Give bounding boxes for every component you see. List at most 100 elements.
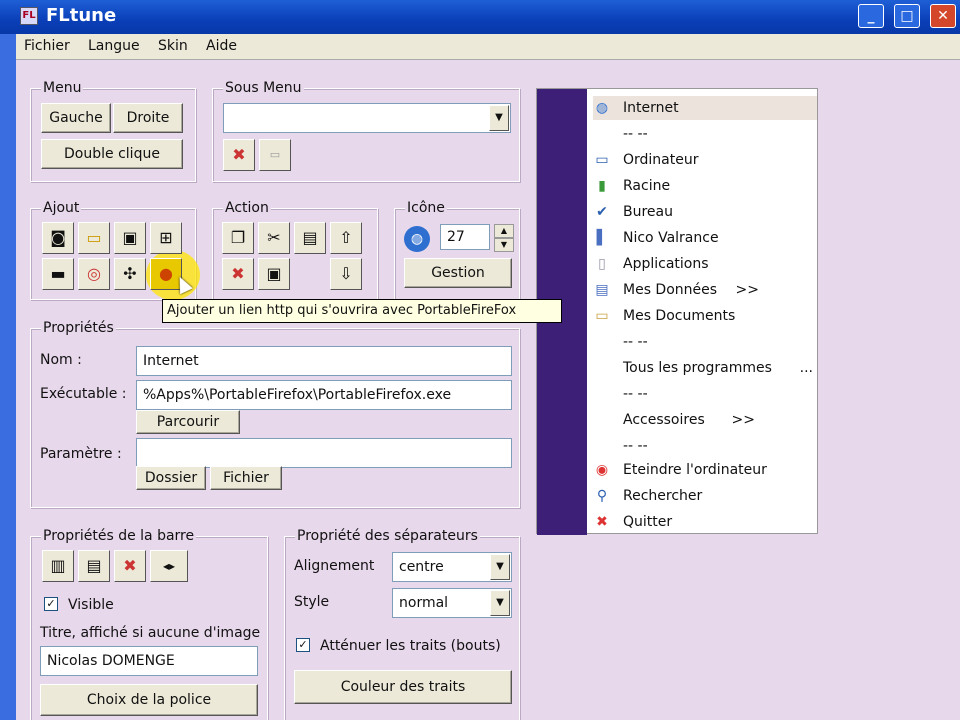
preview-item-label: Nico Valrance: [623, 230, 719, 246]
preview-item[interactable]: ⚲ Rechercher: [593, 484, 817, 508]
attenuer-checkbox[interactable]: ✓: [296, 638, 310, 652]
menu-skin[interactable]: Skin: [158, 38, 188, 54]
gestion-button[interactable]: Gestion: [404, 258, 512, 288]
chevron-down-icon[interactable]: ▼: [490, 554, 510, 580]
visible-checkbox[interactable]: ✓: [44, 597, 58, 611]
close-button[interactable]: ✕: [930, 4, 956, 28]
droite-button[interactable]: Droite: [113, 103, 183, 133]
chevron-down-icon[interactable]: ▼: [489, 105, 509, 131]
icon-index-field[interactable]: 27: [440, 224, 490, 250]
bar-image-right-icon[interactable]: ▤: [78, 550, 110, 582]
add-separator-icon[interactable]: ⊞: [150, 222, 182, 254]
menu-preview: ◍ Internet -- -- ▭ Ordinateur ▮ Racine ✔ Bur…: [536, 88, 818, 535]
add-shutdown-icon[interactable]: ◎: [78, 258, 110, 290]
delete-icon[interactable]: ✖: [222, 258, 254, 290]
preview-item[interactable]: ✔ Bureau: [593, 200, 817, 224]
alignement-select[interactable]: centre ▼: [392, 552, 512, 582]
preview-item-label: Quitter: [623, 514, 673, 530]
cut-icon[interactable]: ✂: [258, 222, 290, 254]
preview-item-label: Internet: [623, 100, 679, 116]
maximize-button[interactable]: □: [894, 4, 920, 28]
proprietes-group-label: Propriétés: [41, 320, 116, 336]
preview-item[interactable]: Tous les programmes...: [593, 356, 817, 380]
preview-item-label: Bureau: [623, 204, 673, 220]
preview-item-label: Ordinateur: [623, 152, 699, 168]
menu-bar: Fichier Langue Skin Aide: [16, 34, 960, 60]
delete-submenu-button[interactable]: ✖: [223, 139, 255, 171]
choix-police-button[interactable]: Choix de la police: [40, 684, 258, 716]
icone-group-label: Icône: [405, 200, 447, 216]
docs-icon: ▭: [595, 308, 609, 324]
dossier-button[interactable]: Dossier: [136, 466, 206, 490]
preview-item-label: Racine: [623, 178, 671, 194]
preview-item[interactable]: ▭ Mes Documents: [593, 304, 817, 328]
title-bar: FL FLtune _ □ ✕: [0, 0, 960, 34]
computer-icon: ▭: [595, 152, 609, 168]
add-item-icon[interactable]: ▬: [42, 258, 74, 290]
background-window-edge: [0, 34, 16, 720]
bar-delete-icon[interactable]: ✖: [114, 550, 146, 582]
save-icon[interactable]: ▣: [258, 258, 290, 290]
preview-item[interactable]: ▯ Applications: [593, 252, 817, 276]
copy-icon[interactable]: ❐: [222, 222, 254, 254]
paste-icon[interactable]: ▤: [294, 222, 326, 254]
window-title: FLtune: [46, 5, 117, 26]
separateurs-group-label: Propriété des séparateurs: [295, 528, 480, 544]
preview-item-label: Accessoires: [623, 412, 705, 428]
titre-field[interactable]: Nicolas DOMENGE: [40, 646, 258, 676]
move-down-icon[interactable]: ⇩: [330, 258, 362, 290]
add-folder-icon[interactable]: ▭: [78, 222, 110, 254]
chevron-down-icon[interactable]: ▼: [490, 590, 510, 616]
couleur-traits-button[interactable]: Couleur des traits: [294, 670, 512, 704]
preview-item[interactable]: Accessoires >>: [593, 408, 817, 432]
preview-item-submenu-marker: ...: [799, 360, 813, 376]
add-command-icon[interactable]: ◙: [42, 222, 74, 254]
parametre-field[interactable]: [136, 438, 512, 468]
executable-field[interactable]: %Apps%\PortableFirefox\PortableFirefox.e…: [136, 380, 512, 410]
preview-separator[interactable]: -- --: [593, 382, 817, 406]
executable-label: Exécutable :: [40, 386, 127, 402]
preview-item-submenu-marker: >>: [731, 412, 755, 428]
page-icon: ▯: [598, 256, 606, 272]
preview-separator[interactable]: -- --: [593, 330, 817, 354]
preview-separator[interactable]: -- --: [593, 122, 817, 146]
add-drive-icon[interactable]: ▣: [114, 222, 146, 254]
globe-icon: ◍: [595, 100, 609, 116]
preview-item[interactable]: ▌ Nico Valrance: [593, 226, 817, 250]
preview-separator[interactable]: -- --: [593, 434, 817, 458]
minimize-button[interactable]: _: [858, 4, 884, 28]
menu-group: Menu Gauche Droite Double clique: [30, 80, 196, 182]
double-clique-button[interactable]: Double clique: [41, 139, 183, 169]
ajout-group-label: Ajout: [41, 200, 82, 216]
preview-item[interactable]: ◍ Internet: [593, 96, 817, 120]
parcourir-button[interactable]: Parcourir: [136, 410, 240, 434]
attenuer-label: Atténuer les traits (bouts): [320, 638, 501, 654]
menu-aide[interactable]: Aide: [206, 38, 237, 54]
add-link-icon[interactable]: ✣: [114, 258, 146, 290]
preview-item[interactable]: ◉ Eteindre l'ordinateur: [593, 458, 817, 482]
move-up-icon[interactable]: ⇧: [330, 222, 362, 254]
preview-item[interactable]: ▤ Mes Données >>: [593, 278, 817, 302]
alignement-label: Alignement: [294, 558, 375, 574]
style-value: normal: [399, 595, 449, 611]
bar-width-icon[interactable]: ◂▸: [150, 550, 188, 582]
preview-item[interactable]: ✖ Quitter: [593, 510, 817, 534]
gauche-button[interactable]: Gauche: [41, 103, 111, 133]
parametre-label: Paramètre :: [40, 446, 122, 462]
spin-up-icon[interactable]: ▲: [494, 224, 514, 238]
preview-item-label: Mes Documents: [623, 308, 736, 324]
nom-field[interactable]: Internet: [136, 346, 512, 376]
preview-item-label: -- --: [623, 334, 648, 350]
preview-item[interactable]: ▭ Ordinateur: [593, 148, 817, 172]
visible-label: Visible: [68, 597, 114, 613]
spin-down-icon[interactable]: ▼: [494, 238, 514, 252]
sousmenu-combo[interactable]: ▼: [223, 103, 511, 133]
preview-item[interactable]: ▮ Racine: [593, 174, 817, 198]
preview-item-label: Mes Données: [623, 282, 718, 298]
menu-fichier[interactable]: Fichier: [24, 38, 70, 54]
bar-image-left-icon[interactable]: ▥: [42, 550, 74, 582]
menu-langue[interactable]: Langue: [88, 38, 140, 54]
fichier-button[interactable]: Fichier: [210, 466, 282, 490]
style-select[interactable]: normal ▼: [392, 588, 512, 618]
edit-submenu-button[interactable]: ▭: [259, 139, 291, 171]
